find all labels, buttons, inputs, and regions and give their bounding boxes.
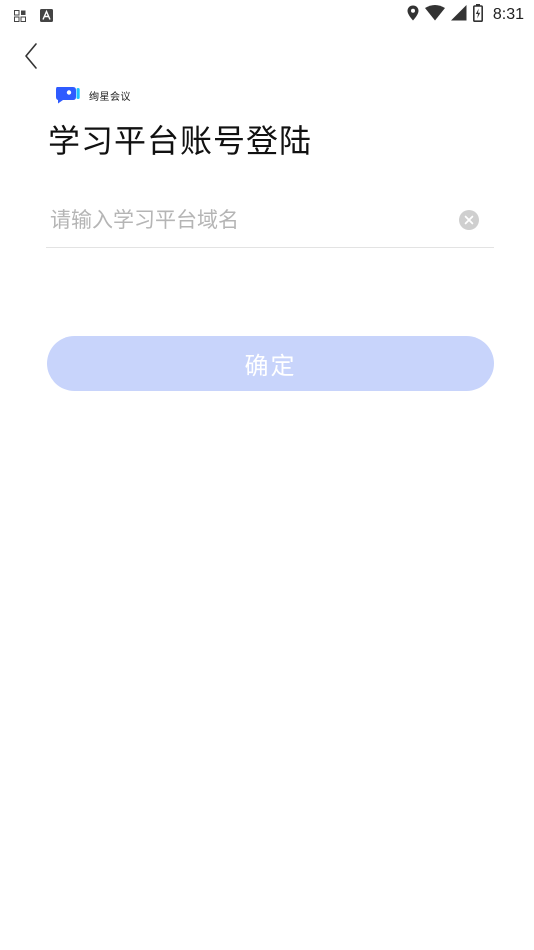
brand: 绚星会议 xyxy=(55,86,131,104)
status-bar-left xyxy=(14,7,53,26)
confirm-button[interactable]: 确定 xyxy=(47,336,494,391)
status-bar-right: 8:31 xyxy=(407,4,524,26)
signal-icon xyxy=(450,5,467,25)
chevron-left-icon xyxy=(23,41,39,75)
back-button[interactable] xyxy=(16,40,46,76)
a-notification-icon xyxy=(40,7,53,26)
brand-name: 绚星会议 xyxy=(89,91,131,103)
brand-logo-icon xyxy=(55,86,81,104)
battery-charging-icon xyxy=(472,4,483,26)
status-time: 8:31 xyxy=(492,6,524,23)
status-bar: 8:31 xyxy=(0,0,534,28)
location-icon xyxy=(407,5,419,25)
domain-input-wrapper xyxy=(46,194,494,248)
domain-input[interactable] xyxy=(50,202,440,238)
clear-circle-icon[interactable] xyxy=(459,210,479,230)
wifi-icon xyxy=(424,5,445,25)
grid-notification-icon xyxy=(14,7,26,26)
page-title: 学习平台账号登陆 xyxy=(48,122,313,160)
